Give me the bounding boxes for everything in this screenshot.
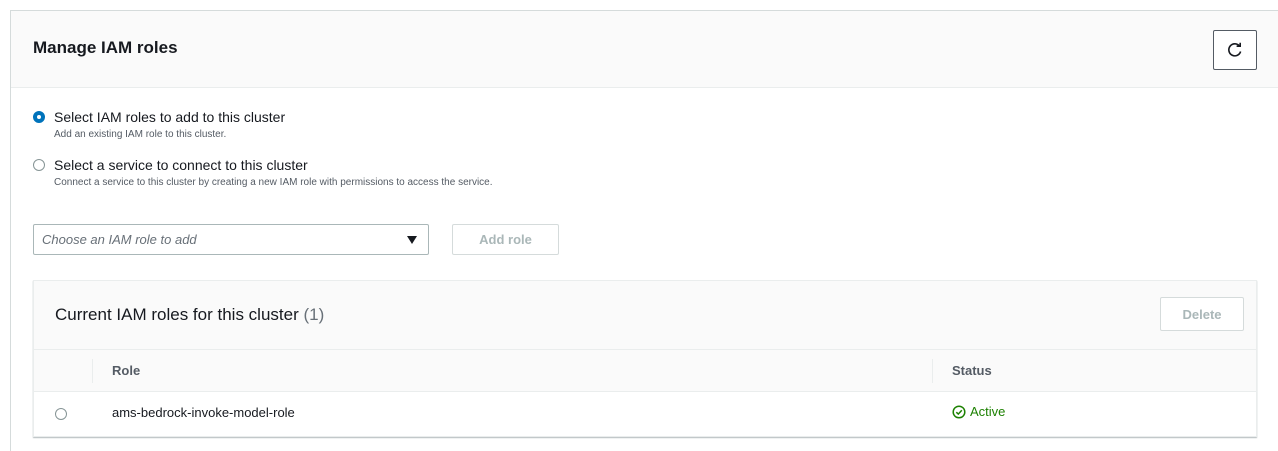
option-label: Select a service to connect to this clus… [54, 157, 308, 173]
iam-roles-table: Current IAM roles for this cluster (1) D… [33, 280, 1257, 437]
table-header: Current IAM roles for this cluster (1) D… [34, 281, 1256, 350]
radio-connect-service[interactable] [33, 159, 45, 171]
delete-button[interactable]: Delete [1160, 297, 1244, 331]
option-description: Add an existing IAM role to this cluster… [54, 129, 227, 140]
refresh-icon [1228, 42, 1242, 57]
column-divider [932, 359, 933, 383]
iam-role-select[interactable]: Choose an IAM role to add [33, 224, 429, 255]
column-header-status[interactable]: Status [952, 363, 992, 378]
table-title-text: Current IAM roles for this cluster [55, 305, 299, 324]
table-title: Current IAM roles for this cluster (1) [55, 305, 324, 325]
panel-title: Manage IAM roles [33, 38, 178, 57]
radio-select-roles[interactable] [33, 111, 45, 123]
manage-iam-roles-panel: Manage IAM roles Select IAM roles to add… [10, 10, 1278, 451]
option-description: Connect a service to this cluster by cre… [54, 177, 493, 188]
column-header-row: Role Status [34, 350, 1256, 392]
row-select-radio[interactable] [55, 408, 67, 420]
check-circle-icon [952, 404, 966, 419]
add-role-button[interactable]: Add role [452, 224, 559, 255]
caret-down-icon [407, 236, 417, 244]
table-count: (1) [303, 305, 325, 324]
column-header-role[interactable]: Role [112, 363, 140, 378]
refresh-button[interactable] [1213, 30, 1257, 70]
panel-header: Manage IAM roles [11, 11, 1278, 88]
select-placeholder: Choose an IAM role to add [42, 232, 197, 247]
column-divider [92, 359, 93, 383]
role-name: ams-bedrock-invoke-model-role [112, 405, 295, 420]
table-row[interactable]: ams-bedrock-invoke-model-role Active [34, 392, 1256, 436]
status-text: Active [970, 404, 1006, 419]
status-badge: Active [952, 404, 1005, 419]
option-label: Select IAM roles to add to this cluster [54, 109, 286, 125]
